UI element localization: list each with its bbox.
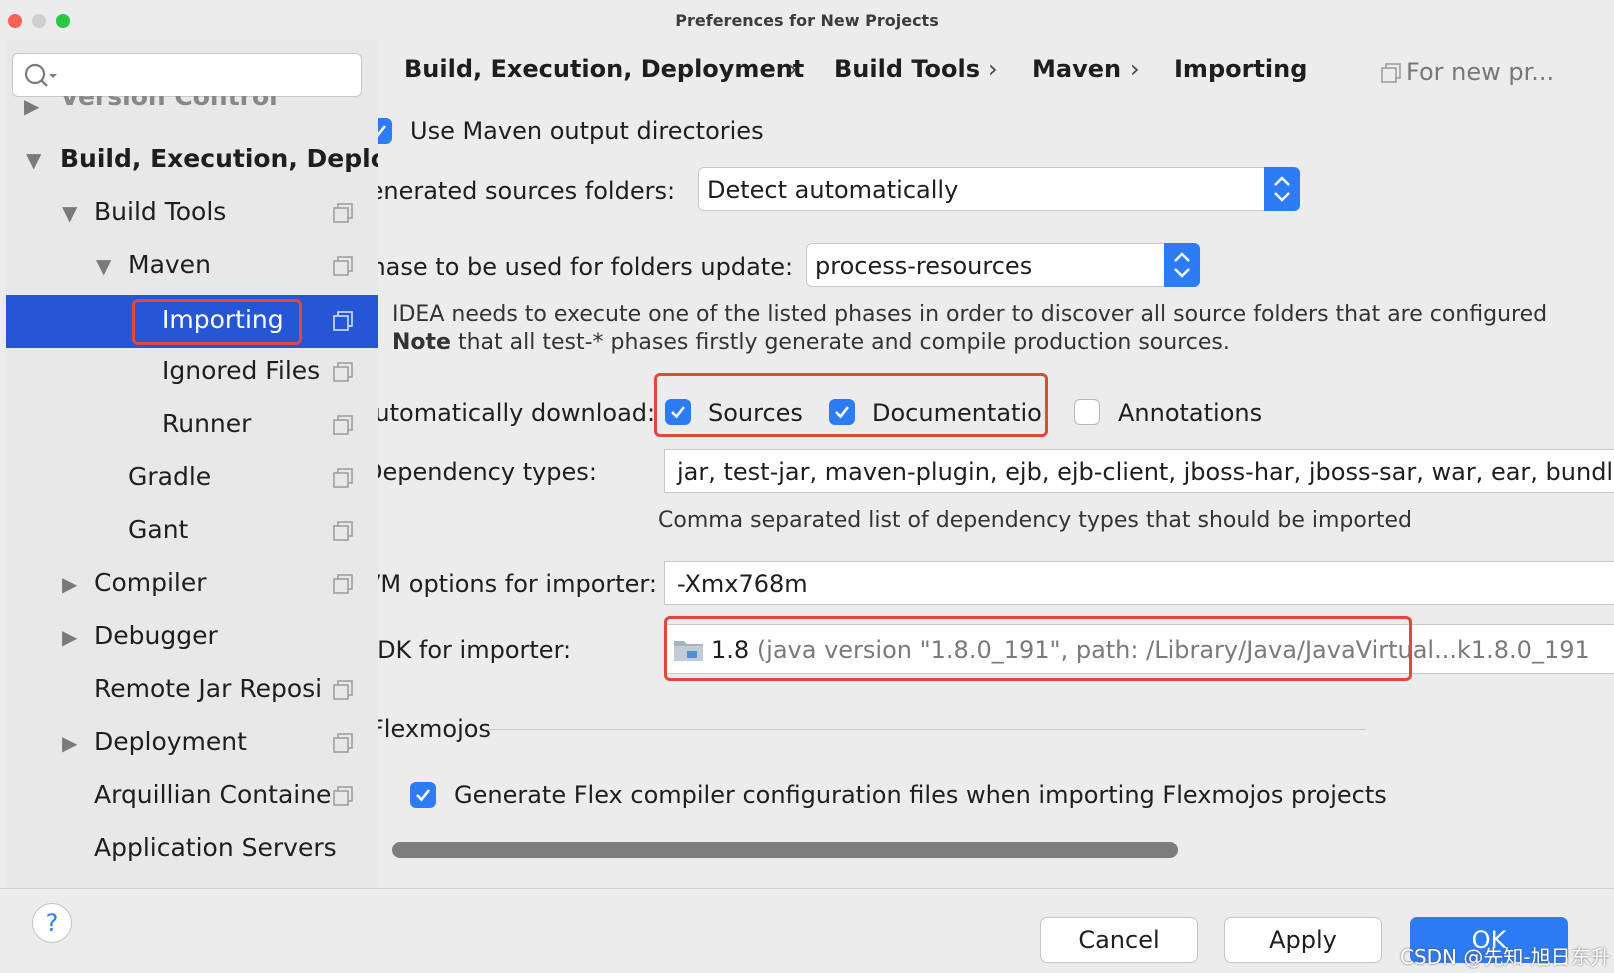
annotations-label: Annotations <box>1118 399 1263 427</box>
sidebar-item-application-servers[interactable]: Application Servers <box>6 823 378 876</box>
vm-options-input[interactable]: -Xmx768m <box>664 561 1614 605</box>
sidebar-item-deployment[interactable]: ▶ Deployment <box>6 717 378 770</box>
breadcrumb-item[interactable]: Build Tools <box>834 55 980 83</box>
chevron-right-icon: ▶ <box>62 572 78 596</box>
phase-label: Phase to be used for folders update: <box>378 253 794 281</box>
chevron-down-icon: ▼ <box>96 254 112 278</box>
watermark: CSDN @先知-旭日东升 <box>1400 945 1611 969</box>
breadcrumb-current: Importing <box>1174 55 1308 83</box>
phase-note-text: that all test-* phases firstly generate … <box>450 330 1230 355</box>
sidebar-item-debugger[interactable]: ▶ Debugger <box>6 611 378 664</box>
copy-settings-icon <box>332 466 354 488</box>
sidebar-item-build-tools[interactable]: ▼ Build Tools <box>6 187 378 240</box>
use-output-dirs-checkbox[interactable] <box>378 118 392 144</box>
settings-sidebar: ▶ Version Control ▼ Build, Execution, De… <box>6 40 379 888</box>
sidebar-item-build-execution-deployment[interactable]: ▼ Build, Execution, Deplo <box>6 134 378 187</box>
copy-settings-icon <box>332 309 354 331</box>
sources-label: Sources <box>708 399 803 427</box>
scope-label: For new pr... <box>1406 58 1555 86</box>
sidebar-item-arquillian-containers[interactable]: Arquillian Containe <box>6 770 378 823</box>
help-button[interactable]: ? <box>32 903 72 943</box>
copy-settings-icon <box>332 413 354 435</box>
breadcrumb: Build, Execution, Deployment › Build Too… <box>378 40 1614 100</box>
vm-options-label: VM options for importer: <box>378 570 657 598</box>
breadcrumb-item[interactable]: Maven <box>1032 55 1121 83</box>
search-input[interactable] <box>12 53 362 97</box>
sidebar-item-compiler[interactable]: ▶ Compiler <box>6 558 378 611</box>
breadcrumb-item[interactable]: Build, Execution, Deployment <box>404 55 804 83</box>
copy-settings-icon <box>332 678 354 700</box>
chevron-down-icon: ▼ <box>62 201 78 225</box>
chevron-right-icon: ▶ <box>24 96 40 118</box>
highlight-box <box>664 616 1412 681</box>
window-title: Preferences for New Projects <box>675 11 939 30</box>
updown-arrows-icon <box>1264 167 1300 211</box>
sidebar-item-ignored-files[interactable]: Ignored Files <box>6 346 378 399</box>
search-icon <box>23 62 59 94</box>
note-bold: Note <box>392 330 451 355</box>
breadcrumb-separator: › <box>788 55 798 83</box>
sidebar-item-runner[interactable]: Runner <box>6 399 378 452</box>
chevron-right-icon: ▶ <box>62 625 78 649</box>
copy-settings-icon <box>332 201 354 223</box>
sidebar-item-version-control[interactable]: ▶ Version Control <box>6 96 378 126</box>
horizontal-scrollbar[interactable] <box>392 842 1178 858</box>
apply-button[interactable]: Apply <box>1224 917 1382 963</box>
sidebar-item-gradle[interactable]: Gradle <box>6 452 378 505</box>
phase-select[interactable]: process-resources <box>806 243 1200 287</box>
copy-settings-icon <box>332 572 354 594</box>
cancel-button[interactable]: Cancel <box>1040 917 1198 963</box>
auto-download-label: Automatically download: <box>378 399 656 427</box>
generated-sources-label: Generated sources folders: <box>378 177 676 205</box>
annotations-checkbox[interactable] <box>1074 399 1100 425</box>
breadcrumb-separator: › <box>1130 55 1140 83</box>
sources-checkbox[interactable] <box>665 399 691 425</box>
dependency-types-label: Dependency types: <box>378 458 597 486</box>
jdk-label: JDK for importer: <box>378 636 572 664</box>
copy-settings-icon <box>332 254 354 276</box>
chevron-down-icon: ▼ <box>26 148 42 172</box>
settings-content: Build, Execution, Deployment › Build Too… <box>378 40 1614 888</box>
copy-settings-icon <box>332 519 354 541</box>
dependency-types-input[interactable]: jar, test-jar, maven-plugin, ejb, ejb-cl… <box>664 449 1614 493</box>
title-bar: Preferences for New Projects <box>0 0 1614 40</box>
sidebar-item-maven[interactable]: ▼ Maven <box>6 240 378 293</box>
copy-settings-icon <box>332 360 354 382</box>
copy-settings-icon <box>332 731 354 753</box>
documentation-checkbox[interactable] <box>829 399 855 425</box>
dependency-types-hint: Comma separated list of dependency types… <box>658 508 1413 533</box>
dialog-button-bar: ? Cancel Apply OK CSDN @先知-旭日东升 <box>0 888 1614 973</box>
scope-icon <box>1380 62 1402 88</box>
chevron-right-icon: ▶ <box>62 731 78 755</box>
documentation-label: Documentation <box>872 399 1044 427</box>
breadcrumb-separator: › <box>988 55 998 83</box>
flexmojos-section-title: Flexmojos <box>378 715 491 743</box>
copy-settings-icon <box>332 784 354 806</box>
flex-config-checkbox[interactable] <box>410 782 436 808</box>
generated-sources-select[interactable]: Detect automatically <box>698 167 1300 211</box>
phase-note-line2: Note that all test-* phases firstly gene… <box>392 330 1230 355</box>
sidebar-item-importing[interactable]: Importing <box>6 295 378 348</box>
use-output-dirs-label: Use Maven output directories <box>410 117 764 145</box>
phase-note-line1: IDEA needs to execute one of the listed … <box>392 302 1548 327</box>
sidebar-item-gant[interactable]: Gant <box>6 505 378 558</box>
updown-arrows-icon <box>1164 243 1200 287</box>
flex-config-label: Generate Flex compiler configuration fil… <box>454 781 1387 809</box>
sidebar-item-remote-jar-repositories[interactable]: Remote Jar Reposi <box>6 664 378 717</box>
section-divider <box>484 729 1366 730</box>
